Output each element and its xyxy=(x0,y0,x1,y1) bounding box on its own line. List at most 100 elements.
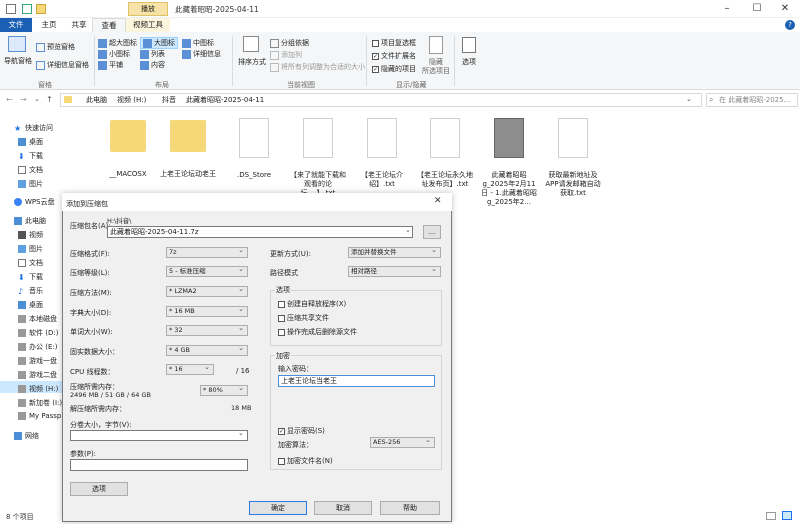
play-context-tab[interactable]: 播放 xyxy=(128,2,168,16)
nav-wps-cloud[interactable]: WPS云盘 xyxy=(14,197,55,207)
options-button[interactable]: 选项 xyxy=(70,482,128,496)
file-item[interactable]: 获取最新地址及APP请发邮箱自动获取.txt xyxy=(543,118,603,198)
add-column-button[interactable]: 添加列 xyxy=(270,50,302,60)
nav-item-desktop[interactable]: 桌面 xyxy=(18,137,43,147)
checkbox[interactable] xyxy=(372,39,379,47)
enc-method-select[interactable]: AES-256 xyxy=(370,436,435,448)
list-option[interactable]: 列表 xyxy=(140,49,165,59)
checkbox[interactable] xyxy=(278,300,285,308)
nav-item-drive-d[interactable]: 软件 (D:) xyxy=(18,328,58,338)
file-item[interactable]: 上老王论坛动老王 xyxy=(158,120,218,179)
nav-item-pictures[interactable]: 图片 xyxy=(18,244,43,254)
archive-name-input[interactable]: 此藏着昭昭-2025-04-11.7z xyxy=(107,226,413,238)
nav-item-game2[interactable]: 游戏二盘 xyxy=(18,370,57,380)
tab-video-tools[interactable]: 视频工具 xyxy=(126,18,170,32)
checkbox-checked[interactable]: ✓ xyxy=(372,52,379,60)
show-password-option[interactable]: ✓ 显示密码(S) xyxy=(278,426,325,436)
nav-item-pictures[interactable]: 图片 xyxy=(18,179,43,189)
help-icon[interactable]: ? xyxy=(785,20,795,30)
nav-item-downloads[interactable]: ⬇ 下载 xyxy=(18,272,43,282)
medium-icons-option[interactable]: 中图标 xyxy=(182,38,214,48)
properties-icon[interactable] xyxy=(22,4,32,14)
tab-view[interactable]: 查看 xyxy=(92,18,126,32)
checkbox[interactable] xyxy=(278,328,285,336)
word-select[interactable]: * 32 xyxy=(166,324,248,336)
options-icon[interactable] xyxy=(462,37,476,53)
file-item[interactable]: .DS_Store xyxy=(224,118,284,180)
solid-select[interactable]: * 4 GB xyxy=(166,344,248,356)
sort-button[interactable]: 排序方式 xyxy=(238,57,266,67)
nav-item-music[interactable]: ♪ 音乐 xyxy=(18,286,43,296)
encrypt-names-option[interactable]: 加密文件名(N) xyxy=(278,456,333,466)
format-select[interactable]: 7z xyxy=(166,246,248,258)
nav-item-documents[interactable]: 文档 xyxy=(18,258,43,268)
level-select[interactable]: 5 - 标准压缩 xyxy=(166,265,248,277)
file-item[interactable]: __MACOSX xyxy=(98,120,158,179)
dialog-close-icon[interactable]: ✕ xyxy=(434,196,442,206)
details-pane-button[interactable]: 详细信息窗格 xyxy=(36,60,89,70)
address-dropdown-icon[interactable]: ⌄ xyxy=(686,95,692,103)
checkbox[interactable] xyxy=(278,314,285,322)
options-button[interactable]: 选项 xyxy=(462,57,476,67)
back-icon[interactable]: ← xyxy=(6,95,13,104)
breadcrumb-item[interactable]: 视频 (H:) xyxy=(117,95,146,105)
browse-button[interactable]: ... xyxy=(423,225,441,239)
threads-select[interactable]: * 16 xyxy=(166,363,214,375)
nav-pane-button[interactable]: 导航窗格 xyxy=(4,56,32,66)
recent-dropdown-icon[interactable]: ⌄ xyxy=(34,95,40,103)
nav-item-game1[interactable]: 游戏一盘 xyxy=(18,356,57,366)
fit-columns-button[interactable]: 将所有列调整为合适的大小 xyxy=(270,62,365,72)
shared-option[interactable]: 压缩共享文件 xyxy=(278,313,329,323)
nav-item-downloads[interactable]: ⬇ 下载 xyxy=(18,151,43,161)
nav-item-drive-h[interactable]: 视频 (H:) xyxy=(18,384,58,394)
nav-pane-icon[interactable] xyxy=(8,36,26,52)
up-icon[interactable]: ↑ xyxy=(46,95,53,104)
xl-icons-option[interactable]: 超大图标 xyxy=(98,38,137,48)
password-input[interactable]: 上老王论坛当老王 xyxy=(278,375,435,387)
item-checkbox-toggle[interactable]: 项目复选框 xyxy=(372,38,416,48)
content-option[interactable]: 内容 xyxy=(140,60,165,70)
checkbox-checked[interactable]: ✓ xyxy=(278,427,285,435)
chevron-down-icon[interactable]: ⌄ xyxy=(238,429,244,437)
sort-icon[interactable] xyxy=(243,36,259,52)
split-size-input[interactable] xyxy=(70,430,248,441)
nav-this-pc[interactable]: 此电脑 xyxy=(14,216,46,226)
tab-share[interactable]: 共享 xyxy=(66,18,92,32)
large-icons-option[interactable]: 大图标 xyxy=(140,37,178,49)
file-item[interactable]: 【老王论坛永久地址发布页】.txt xyxy=(415,118,475,189)
breadcrumb-item[interactable]: 此藏着昭昭-2025-04-11 xyxy=(186,95,264,105)
hidden-items-toggle[interactable]: ✓ 隐藏的项目 xyxy=(372,64,416,74)
minimize-icon[interactable]: – xyxy=(712,1,742,17)
nav-item-local-disk[interactable]: 本地磁盘 xyxy=(18,314,57,324)
group-by-button[interactable]: 分组依据 xyxy=(270,38,309,48)
tiles-option[interactable]: 平铺 xyxy=(98,60,123,70)
file-item[interactable]: 【老王论坛介绍】.txt xyxy=(352,118,412,189)
path-mode-select[interactable]: 相对路径 xyxy=(348,265,441,277)
nav-item-passport[interactable]: My Passp xyxy=(18,412,61,420)
new-folder-icon[interactable] xyxy=(36,4,46,14)
file-item[interactable]: 【来了就能下载和观看的论坛,...】.txt xyxy=(288,118,348,198)
small-icons-option[interactable]: 小图标 xyxy=(98,49,130,59)
search-input[interactable]: 在 此藏着昭昭-2025... xyxy=(706,93,798,107)
checkbox[interactable] xyxy=(278,457,285,465)
checkbox-checked[interactable]: ✓ xyxy=(372,65,379,73)
chevron-down-icon[interactable]: ⌄ xyxy=(405,226,411,234)
nav-quick-access[interactable]: ★ 快速访问 xyxy=(14,123,53,133)
hide-selected-icon[interactable] xyxy=(429,36,443,54)
nav-item-documents[interactable]: 文档 xyxy=(18,165,43,175)
maximize-icon[interactable]: ☐ xyxy=(742,1,772,17)
nav-item-video[interactable]: 视频 xyxy=(18,230,43,240)
memory-pct-select[interactable]: * 80% xyxy=(200,384,248,396)
sfx-option[interactable]: 创建自释放程序(X) xyxy=(278,299,346,309)
help-button[interactable]: 帮助 xyxy=(380,501,440,515)
nav-item-drive-i[interactable]: 新加卷 (I:) xyxy=(18,398,62,408)
dict-select[interactable]: * 16 MB xyxy=(166,305,248,317)
tab-home[interactable]: 主页 xyxy=(32,18,66,32)
method-select[interactable]: * LZMA2 xyxy=(166,285,248,297)
update-select[interactable]: 添加并替换文件 xyxy=(348,246,441,258)
address-bar[interactable] xyxy=(60,93,702,107)
file-item[interactable]: 此藏着昭昭g_2025年2月11日 - 1.此藏着昭昭g_2025年2... xyxy=(479,118,539,207)
forward-icon[interactable]: → xyxy=(20,95,27,104)
params-input[interactable] xyxy=(70,459,248,471)
preview-pane-button[interactable]: 预览窗格 xyxy=(36,42,75,52)
